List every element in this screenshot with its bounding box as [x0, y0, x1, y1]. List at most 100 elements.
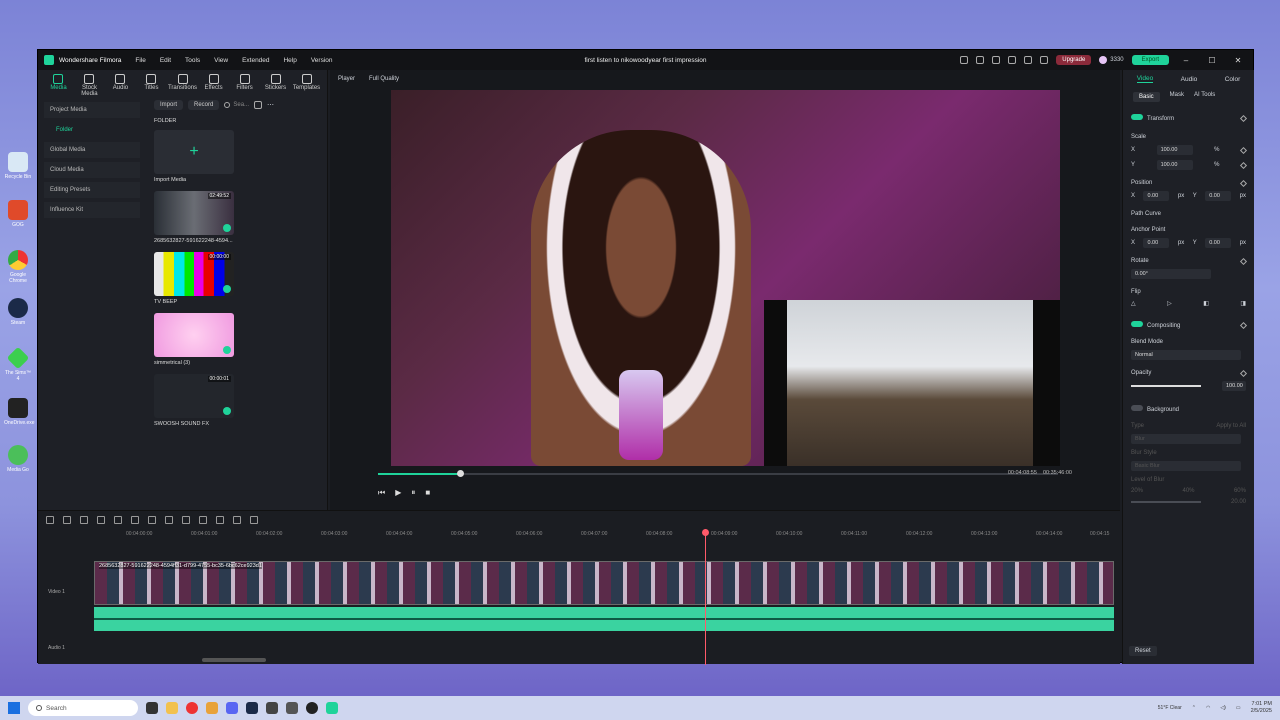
opacity-slider[interactable] — [1131, 385, 1201, 387]
subtab-ai-tools[interactable]: AI Tools — [1194, 92, 1215, 102]
desktop-icon-sims[interactable]: The Sims™ 4 — [4, 346, 32, 382]
nav-cloud-media[interactable]: Cloud Media — [44, 162, 140, 178]
desktop-icon-onedrive[interactable]: OneDrive.exe — [4, 398, 35, 426]
apply-to-all-button[interactable]: Apply to All — [1216, 423, 1246, 429]
windows-start-icon[interactable] — [8, 702, 20, 714]
filter-icon[interactable] — [254, 101, 263, 109]
color-icon[interactable] — [216, 516, 224, 524]
media-thumb[interactable]: 02:49:52 — [154, 191, 234, 235]
nav-project-media[interactable]: Project Media — [44, 102, 140, 118]
redo-icon[interactable] — [97, 516, 105, 524]
scale-x-input[interactable]: 100.00 — [1156, 145, 1193, 155]
nav-editing-presets[interactable]: Editing Presets — [44, 182, 140, 198]
blur-slider[interactable] — [1131, 501, 1201, 503]
media-item[interactable]: 00:00:01 SWOOSH SOUND FX — [154, 374, 234, 427]
cut-icon[interactable] — [131, 516, 139, 524]
type-select[interactable]: Blur — [1131, 434, 1241, 444]
playhead[interactable] — [702, 529, 709, 665]
tab-audio[interactable]: Audio — [106, 72, 135, 96]
timeline-ruler[interactable]: 00:04:00:00 00:04:01:00 00:04:02:00 00:0… — [94, 531, 1114, 541]
desktop-icon-gog[interactable]: GOG — [4, 200, 32, 228]
blur-level-option[interactable]: 40% — [1182, 488, 1194, 494]
record-dropdown[interactable]: Record — [188, 100, 220, 110]
tab-audio-props[interactable]: Audio — [1181, 76, 1198, 83]
timeline-scrollbar[interactable] — [202, 658, 266, 662]
blend-mode-select[interactable]: Normal — [1131, 350, 1241, 360]
stop-icon[interactable]: ■ — [425, 488, 430, 498]
discord-icon[interactable] — [226, 702, 238, 714]
desktop-icon-chrome[interactable]: Google Chrome — [4, 250, 32, 284]
clock[interactable]: 7:01 PM 2/5/2025 — [1251, 701, 1272, 715]
zoom-icon[interactable] — [233, 516, 241, 524]
tab-effects[interactable]: Effects — [199, 72, 228, 96]
rotate-input[interactable]: 0.00° — [1131, 269, 1211, 279]
tab-video[interactable]: Video — [1136, 75, 1154, 83]
import-dropdown[interactable]: Import — [154, 100, 184, 110]
preview-frame[interactable] — [391, 90, 1060, 466]
media-item[interactable]: simmetrical (3) — [154, 313, 234, 366]
search-input[interactable]: Sea... — [224, 102, 249, 108]
upgrade-button[interactable]: Upgrade — [1056, 55, 1092, 65]
flip-vertical-icon[interactable]: △ — [1131, 300, 1136, 307]
reset-button[interactable]: Reset — [1129, 646, 1157, 656]
layout-icon[interactable] — [46, 516, 54, 524]
menu-help[interactable]: Help — [283, 57, 296, 64]
steam-taskbar-icon[interactable] — [246, 702, 258, 714]
rotate-left-icon[interactable]: ◧ — [1203, 300, 1209, 307]
media-item[interactable]: 00:00:00 TV BEEP — [154, 252, 234, 305]
media-item[interactable]: 02:49:52 2685632827-591622248-4594... — [154, 191, 234, 244]
folder-icon[interactable] — [206, 702, 218, 714]
taskbar-search[interactable]: Search — [28, 700, 138, 716]
subtab-mask[interactable]: Mask — [1170, 92, 1184, 102]
keyframe-icon[interactable] — [1239, 161, 1248, 169]
keyframe-icon[interactable] — [1239, 321, 1248, 329]
more-options-icon[interactable]: ⋯ — [267, 101, 274, 109]
nav-influence-kit[interactable]: Influence Kit — [44, 202, 140, 218]
tab-filters[interactable]: Filters — [230, 72, 259, 96]
tab-color[interactable]: Color — [1225, 76, 1241, 83]
play-icon[interactable]: ▶ — [395, 488, 401, 498]
nav-folder[interactable]: Folder — [44, 122, 140, 138]
undo-icon[interactable] — [80, 516, 88, 524]
gift-icon[interactable] — [960, 56, 969, 64]
desktop-icon-mediago[interactable]: Media Go — [4, 445, 32, 473]
desktop-icon-steam[interactable]: Steam — [4, 298, 32, 326]
video-clip[interactable]: 2685632827-591622248-4594ff31-d799-4755-… — [94, 561, 1114, 605]
tab-templates[interactable]: Templates — [292, 72, 321, 96]
menu-extended[interactable]: Extended — [242, 57, 269, 64]
blur-level-option[interactable]: 20% — [1131, 488, 1143, 494]
text-icon[interactable] — [182, 516, 190, 524]
timer-icon[interactable] — [250, 516, 258, 524]
file-explorer-icon[interactable] — [166, 702, 178, 714]
background-toggle[interactable] — [1131, 405, 1143, 411]
blur-value[interactable]: 20.00 — [1231, 499, 1246, 505]
blur-level-option[interactable]: 60% — [1234, 488, 1246, 494]
keyframe-icon[interactable] — [1239, 179, 1248, 187]
support-icon[interactable] — [1024, 56, 1033, 64]
anchor-x-input[interactable]: 0.00 — [1143, 238, 1170, 248]
compositing-toggle[interactable] — [1131, 321, 1143, 327]
flip-horizontal-icon[interactable]: ▷ — [1167, 300, 1172, 307]
volume-icon[interactable]: ◁) — [1220, 705, 1226, 711]
position-x-input[interactable]: 0.00 — [1143, 191, 1170, 201]
media-icon[interactable] — [266, 702, 278, 714]
battery-icon[interactable]: ▭ — [1236, 705, 1241, 711]
tab-titles[interactable]: Titles — [137, 72, 166, 96]
close-icon[interactable]: ✕ — [1229, 56, 1247, 65]
wifi-icon[interactable]: ◠ — [1206, 705, 1210, 711]
obs-icon[interactable] — [306, 702, 318, 714]
task-view-icon[interactable] — [146, 702, 158, 714]
keyframe-icon[interactable] — [1239, 369, 1248, 377]
keyframe-icon[interactable] — [1239, 114, 1248, 122]
prev-frame-icon[interactable]: ⏮ — [378, 488, 385, 498]
delete-icon[interactable] — [114, 516, 122, 524]
media-thumb[interactable]: 00:00:00 — [154, 252, 234, 296]
filmora-taskbar-icon[interactable] — [326, 702, 338, 714]
nav-global-media[interactable]: Global Media — [44, 142, 140, 158]
scale-y-input[interactable]: 100.00 — [1156, 160, 1193, 170]
export-button[interactable]: Export — [1131, 55, 1169, 65]
mask-icon[interactable] — [199, 516, 207, 524]
progress-handle[interactable] — [456, 470, 464, 477]
menu-file[interactable]: File — [135, 57, 145, 64]
blur-style-select[interactable]: Basic Blur — [1131, 461, 1241, 471]
